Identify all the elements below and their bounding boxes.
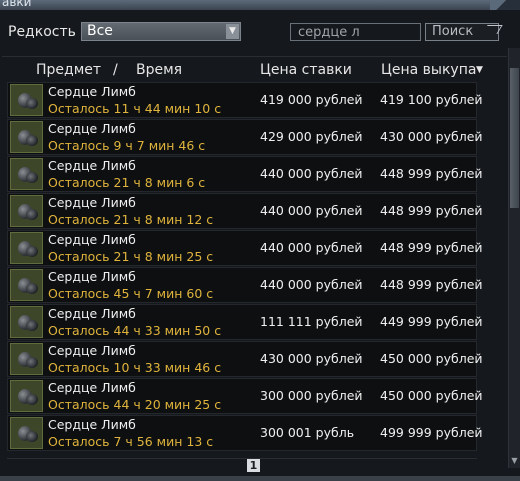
table-row[interactable]: Сердце Лимб Осталось 44 ч 33 мин 50 с 11…: [7, 304, 483, 340]
time-left: Осталось 21 ч 8 мин 6 с: [48, 175, 206, 190]
bid-price: 300 001 рубль: [260, 425, 355, 440]
table-row[interactable]: Сердце Лимб Осталось 9 ч 7 мин 46 с 429 …: [7, 119, 483, 155]
item-name: Сердце Лимб: [48, 84, 136, 99]
bid-price: 440 000 рублей: [260, 277, 363, 292]
item-heart-icon: [10, 380, 43, 412]
table-row[interactable]: Сердце Лимб Осталось 21 ч 8 мин 12 с 440…: [7, 193, 483, 229]
item-name: Сердце Лимб: [48, 269, 136, 284]
window-titlebar: авки: [0, 0, 520, 10]
item-name: Сердце Лимб: [48, 232, 136, 247]
auction-rows: Сердце Лимб Осталось 11 ч 44 мин 10 с 41…: [7, 82, 483, 452]
item-name: Сердце Лимб: [48, 306, 136, 321]
buyout-price: 448 999 рублей: [380, 240, 483, 255]
search-input[interactable]: [290, 23, 421, 41]
buyout-price: 499 999 рублей: [380, 425, 483, 440]
item-heart-icon: [10, 343, 43, 375]
page-button-current[interactable]: 1: [247, 459, 260, 472]
column-header-buyout[interactable]: Цена выкупа: [381, 62, 476, 78]
buyout-price: 449 999 рублей: [380, 314, 483, 329]
item-heart-icon: [10, 84, 43, 116]
item-name: Сердце Лимб: [48, 380, 136, 395]
item-heart-icon: [10, 158, 43, 190]
buyout-price: 450 000 рублей: [380, 351, 483, 366]
bid-price: 300 000 рублей: [260, 388, 363, 403]
button-corner-decoration: [482, 25, 503, 34]
column-headers: Предмет / Время Цена ставки Цена выкупа …: [2, 57, 507, 81]
pager-divider: [7, 458, 477, 459]
column-header-item[interactable]: Предмет: [36, 62, 101, 78]
rarity-dropdown[interactable]: Все ▼: [81, 22, 241, 41]
table-row[interactable]: Сердце Лимб Осталось 21 ч 8 мин 25 с 440…: [7, 230, 483, 266]
vertical-scrollbar[interactable]: ▼: [508, 48, 520, 468]
sort-desc-icon[interactable]: ▼: [476, 65, 483, 75]
time-left: Осталось 21 ч 8 мин 12 с: [48, 212, 214, 227]
time-left: Осталось 21 ч 8 мин 25 с: [48, 249, 214, 264]
window-title: авки: [2, 0, 32, 9]
time-left: Осталось 9 ч 7 мин 46 с: [48, 138, 206, 153]
bid-price: 440 000 рублей: [260, 203, 363, 218]
table-row[interactable]: Сердце Лимб Осталось 10 ч 33 мин 46 с 43…: [7, 341, 483, 377]
column-header-bid[interactable]: Цена ставки: [260, 62, 352, 78]
column-header-separator: /: [113, 62, 118, 78]
buyout-price: 419 100 рублей: [380, 92, 483, 107]
buyout-price: 448 999 рублей: [380, 203, 483, 218]
item-name: Сердце Лимб: [48, 158, 136, 173]
item-name: Сердце Лимб: [48, 195, 136, 210]
bid-price: 440 000 рублей: [260, 240, 363, 255]
buyout-price: 430 000 рублей: [380, 129, 483, 144]
bid-price: 430 000 рублей: [260, 351, 363, 366]
search-button-label: Поиск: [432, 24, 474, 39]
item-name: Сердце Лимб: [48, 417, 136, 432]
table-row[interactable]: Сердце Лимб Осталось 11 ч 44 мин 10 с 41…: [7, 82, 483, 118]
bid-price: 429 000 рублей: [260, 129, 363, 144]
filter-bar: Редкость Все ▼ Поиск: [0, 18, 520, 48]
item-heart-icon: [10, 195, 43, 227]
time-left: Осталось 7 ч 56 мин 13 с: [48, 434, 214, 449]
auction-list-panel: Предмет / Время Цена ставки Цена выкупа …: [2, 56, 507, 475]
rarity-label: Редкость: [8, 24, 76, 40]
buyout-price: 448 999 рублей: [380, 277, 483, 292]
item-name: Сердце Лимб: [48, 121, 136, 136]
window-bottom-edge: [0, 476, 520, 481]
time-left: Осталось 10 ч 33 мин 46 с: [48, 360, 222, 375]
chevron-down-icon[interactable]: ▼: [226, 24, 239, 39]
item-heart-icon: [10, 232, 43, 264]
table-row[interactable]: Сердце Лимб Осталось 44 ч 20 мин 25 с 30…: [7, 378, 483, 414]
item-heart-icon: [10, 269, 43, 301]
bid-price: 419 000 рублей: [260, 92, 363, 107]
time-left: Осталось 44 ч 33 мин 50 с: [48, 323, 222, 338]
scrollbar-thumb[interactable]: [510, 68, 519, 208]
table-row[interactable]: Сердце Лимб Осталось 21 ч 8 мин 6 с 440 …: [7, 156, 483, 192]
time-left: Осталось 45 ч 7 мин 60 с: [48, 286, 214, 301]
table-row[interactable]: Сердце Лимб Осталось 7 ч 56 мин 13 с 300…: [7, 415, 483, 451]
buyout-price: 450 000 рублей: [380, 388, 483, 403]
item-name: Сердце Лимб: [48, 343, 136, 358]
item-heart-icon: [10, 306, 43, 338]
column-header-time[interactable]: Время: [136, 62, 182, 78]
item-heart-icon: [10, 417, 43, 449]
scroll-down-icon[interactable]: ▼: [510, 456, 519, 466]
buyout-price: 448 999 рублей: [380, 166, 483, 181]
rarity-dropdown-value: Все: [87, 23, 113, 39]
time-left: Осталось 44 ч 20 мин 25 с: [48, 397, 222, 412]
item-heart-icon: [10, 121, 43, 153]
search-button[interactable]: Поиск: [425, 23, 503, 41]
bid-price: 111 111 рублей: [260, 314, 363, 329]
time-left: Осталось 11 ч 44 мин 10 с: [48, 101, 222, 116]
titlebar-corner: [490, 0, 520, 10]
bid-price: 440 000 рублей: [260, 166, 363, 181]
table-row[interactable]: Сердце Лимб Осталось 45 ч 7 мин 60 с 440…: [7, 267, 483, 303]
